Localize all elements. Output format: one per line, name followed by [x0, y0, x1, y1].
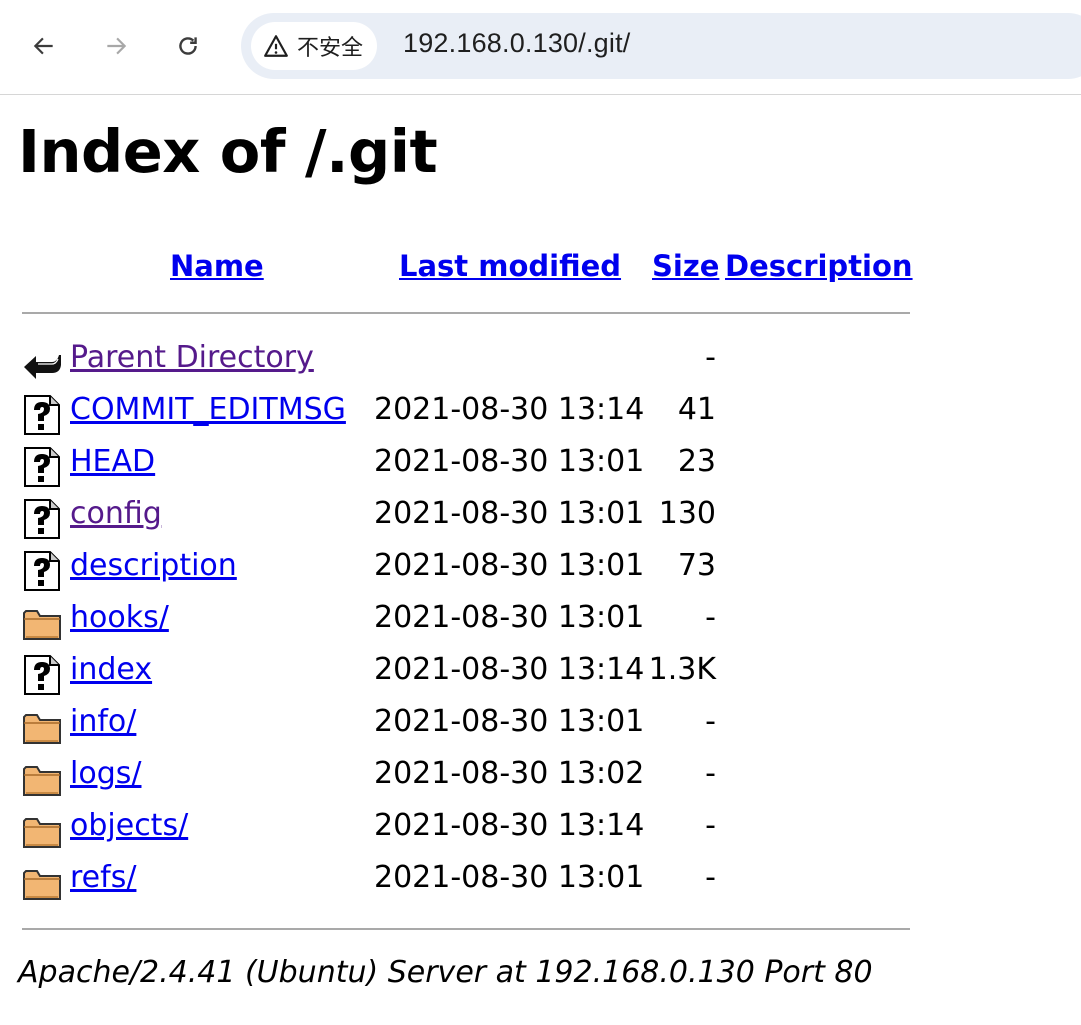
directory-listing: Name Last modified Size Description Pare…	[22, 245, 913, 908]
size-cell: -	[705, 600, 716, 635]
sort-by-name-link[interactable]: Name	[170, 249, 264, 283]
folder-icon	[22, 863, 62, 903]
back-icon	[22, 343, 62, 383]
entry-link[interactable]: objects/	[70, 808, 188, 843]
entry-link[interactable]: refs/	[70, 860, 136, 895]
entry-link[interactable]: description	[70, 548, 237, 583]
folder-icon	[22, 603, 62, 643]
table-row: Parent Directory -	[22, 336, 910, 388]
listing-header: Name Last modified Size Description	[22, 245, 913, 293]
table-row: COMMIT_EDITMSG 2021-08-30 13:14 41	[22, 388, 910, 440]
table-row: description 2021-08-30 13:01 73	[22, 544, 910, 596]
unknown-file-icon	[22, 551, 62, 591]
size-cell: 1.3K	[648, 652, 716, 687]
address-bar[interactable]: 不安全 192.168.0.130/.git/	[241, 13, 1081, 79]
entry-link[interactable]: config	[70, 496, 162, 531]
table-row: index 2021-08-30 13:14 1.3K	[22, 648, 910, 700]
server-signature: Apache/2.4.41 (Ubuntu) Server at 192.168…	[18, 955, 873, 990]
url-text[interactable]: 192.168.0.130/.git/	[403, 28, 631, 59]
size-cell: -	[705, 704, 716, 739]
last-modified-cell: 2021-08-30 13:01	[374, 496, 645, 531]
size-cell: 130	[658, 496, 716, 531]
unknown-file-icon	[22, 447, 62, 487]
page-content: Index of /.git Name Last modified Size D…	[0, 95, 1081, 1025]
unknown-file-icon	[22, 655, 62, 695]
size-cell: -	[705, 808, 716, 843]
reload-button[interactable]	[168, 26, 208, 66]
entry-link[interactable]: index	[70, 652, 152, 687]
entry-link[interactable]: hooks/	[70, 600, 169, 635]
size-cell: 73	[677, 548, 716, 583]
table-row: config 2021-08-30 13:01 130	[22, 492, 910, 544]
table-row: logs/2021-08-30 13:02 -	[22, 752, 910, 804]
arrow-left-icon	[33, 37, 53, 55]
entry-link[interactable]: COMMIT_EDITMSG	[70, 392, 346, 427]
last-modified-cell: 2021-08-30 13:14	[374, 392, 645, 427]
entry-link[interactable]: logs/	[70, 756, 141, 791]
last-modified-cell: 2021-08-30 13:14	[374, 808, 645, 843]
size-cell: 41	[677, 392, 716, 427]
sort-by-last-modified-link[interactable]: Last modified	[399, 249, 621, 283]
listing-rows: Parent Directory - COMMIT_EDITMSG 2021-08-3…	[22, 336, 910, 908]
table-row: hooks/2021-08-30 13:01 -	[22, 596, 910, 648]
entry-link[interactable]: Parent Directory	[70, 340, 314, 375]
unknown-file-icon	[22, 499, 62, 539]
last-modified-cell: 2021-08-30 13:14	[374, 652, 645, 687]
entry-link[interactable]: HEAD	[70, 444, 155, 479]
last-modified-cell: 2021-08-30 13:01	[374, 860, 645, 895]
warning-icon	[264, 35, 288, 57]
folder-icon	[22, 759, 62, 799]
forward-button[interactable]	[96, 26, 136, 66]
entry-link[interactable]: info/	[70, 704, 136, 739]
sort-by-description-link[interactable]: Description	[725, 249, 913, 283]
unknown-file-icon	[22, 395, 62, 435]
table-row: info/2021-08-30 13:01 -	[22, 700, 910, 752]
folder-icon	[22, 811, 62, 851]
sort-by-size-link[interactable]: Size	[652, 249, 719, 283]
footer-divider	[22, 928, 910, 930]
table-row: HEAD 2021-08-30 13:01 23	[22, 440, 910, 492]
last-modified-cell: 2021-08-30 13:02	[374, 756, 645, 791]
last-modified-cell: 2021-08-30 13:01	[374, 600, 645, 635]
last-modified-cell: 2021-08-30 13:01	[374, 444, 645, 479]
table-row: refs/2021-08-30 13:01 -	[22, 856, 910, 908]
size-cell: 23	[677, 444, 716, 479]
back-button[interactable]	[24, 26, 64, 66]
last-modified-cell: 2021-08-30 13:01	[374, 548, 645, 583]
size-cell: -	[705, 756, 716, 791]
header-divider	[22, 312, 910, 314]
browser-toolbar: 不安全 192.168.0.130/.git/	[0, 0, 1081, 95]
table-row: objects/2021-08-30 13:14 -	[22, 804, 910, 856]
reload-icon	[179, 37, 197, 55]
size-cell: -	[705, 340, 716, 375]
page-title: Index of /.git	[18, 117, 438, 186]
folder-icon	[22, 707, 62, 747]
size-cell: -	[705, 860, 716, 895]
last-modified-cell: 2021-08-30 13:01	[374, 704, 645, 739]
arrow-right-icon	[107, 37, 127, 55]
security-label: 不安全	[297, 36, 364, 61]
security-indicator[interactable]: 不安全	[251, 22, 378, 70]
